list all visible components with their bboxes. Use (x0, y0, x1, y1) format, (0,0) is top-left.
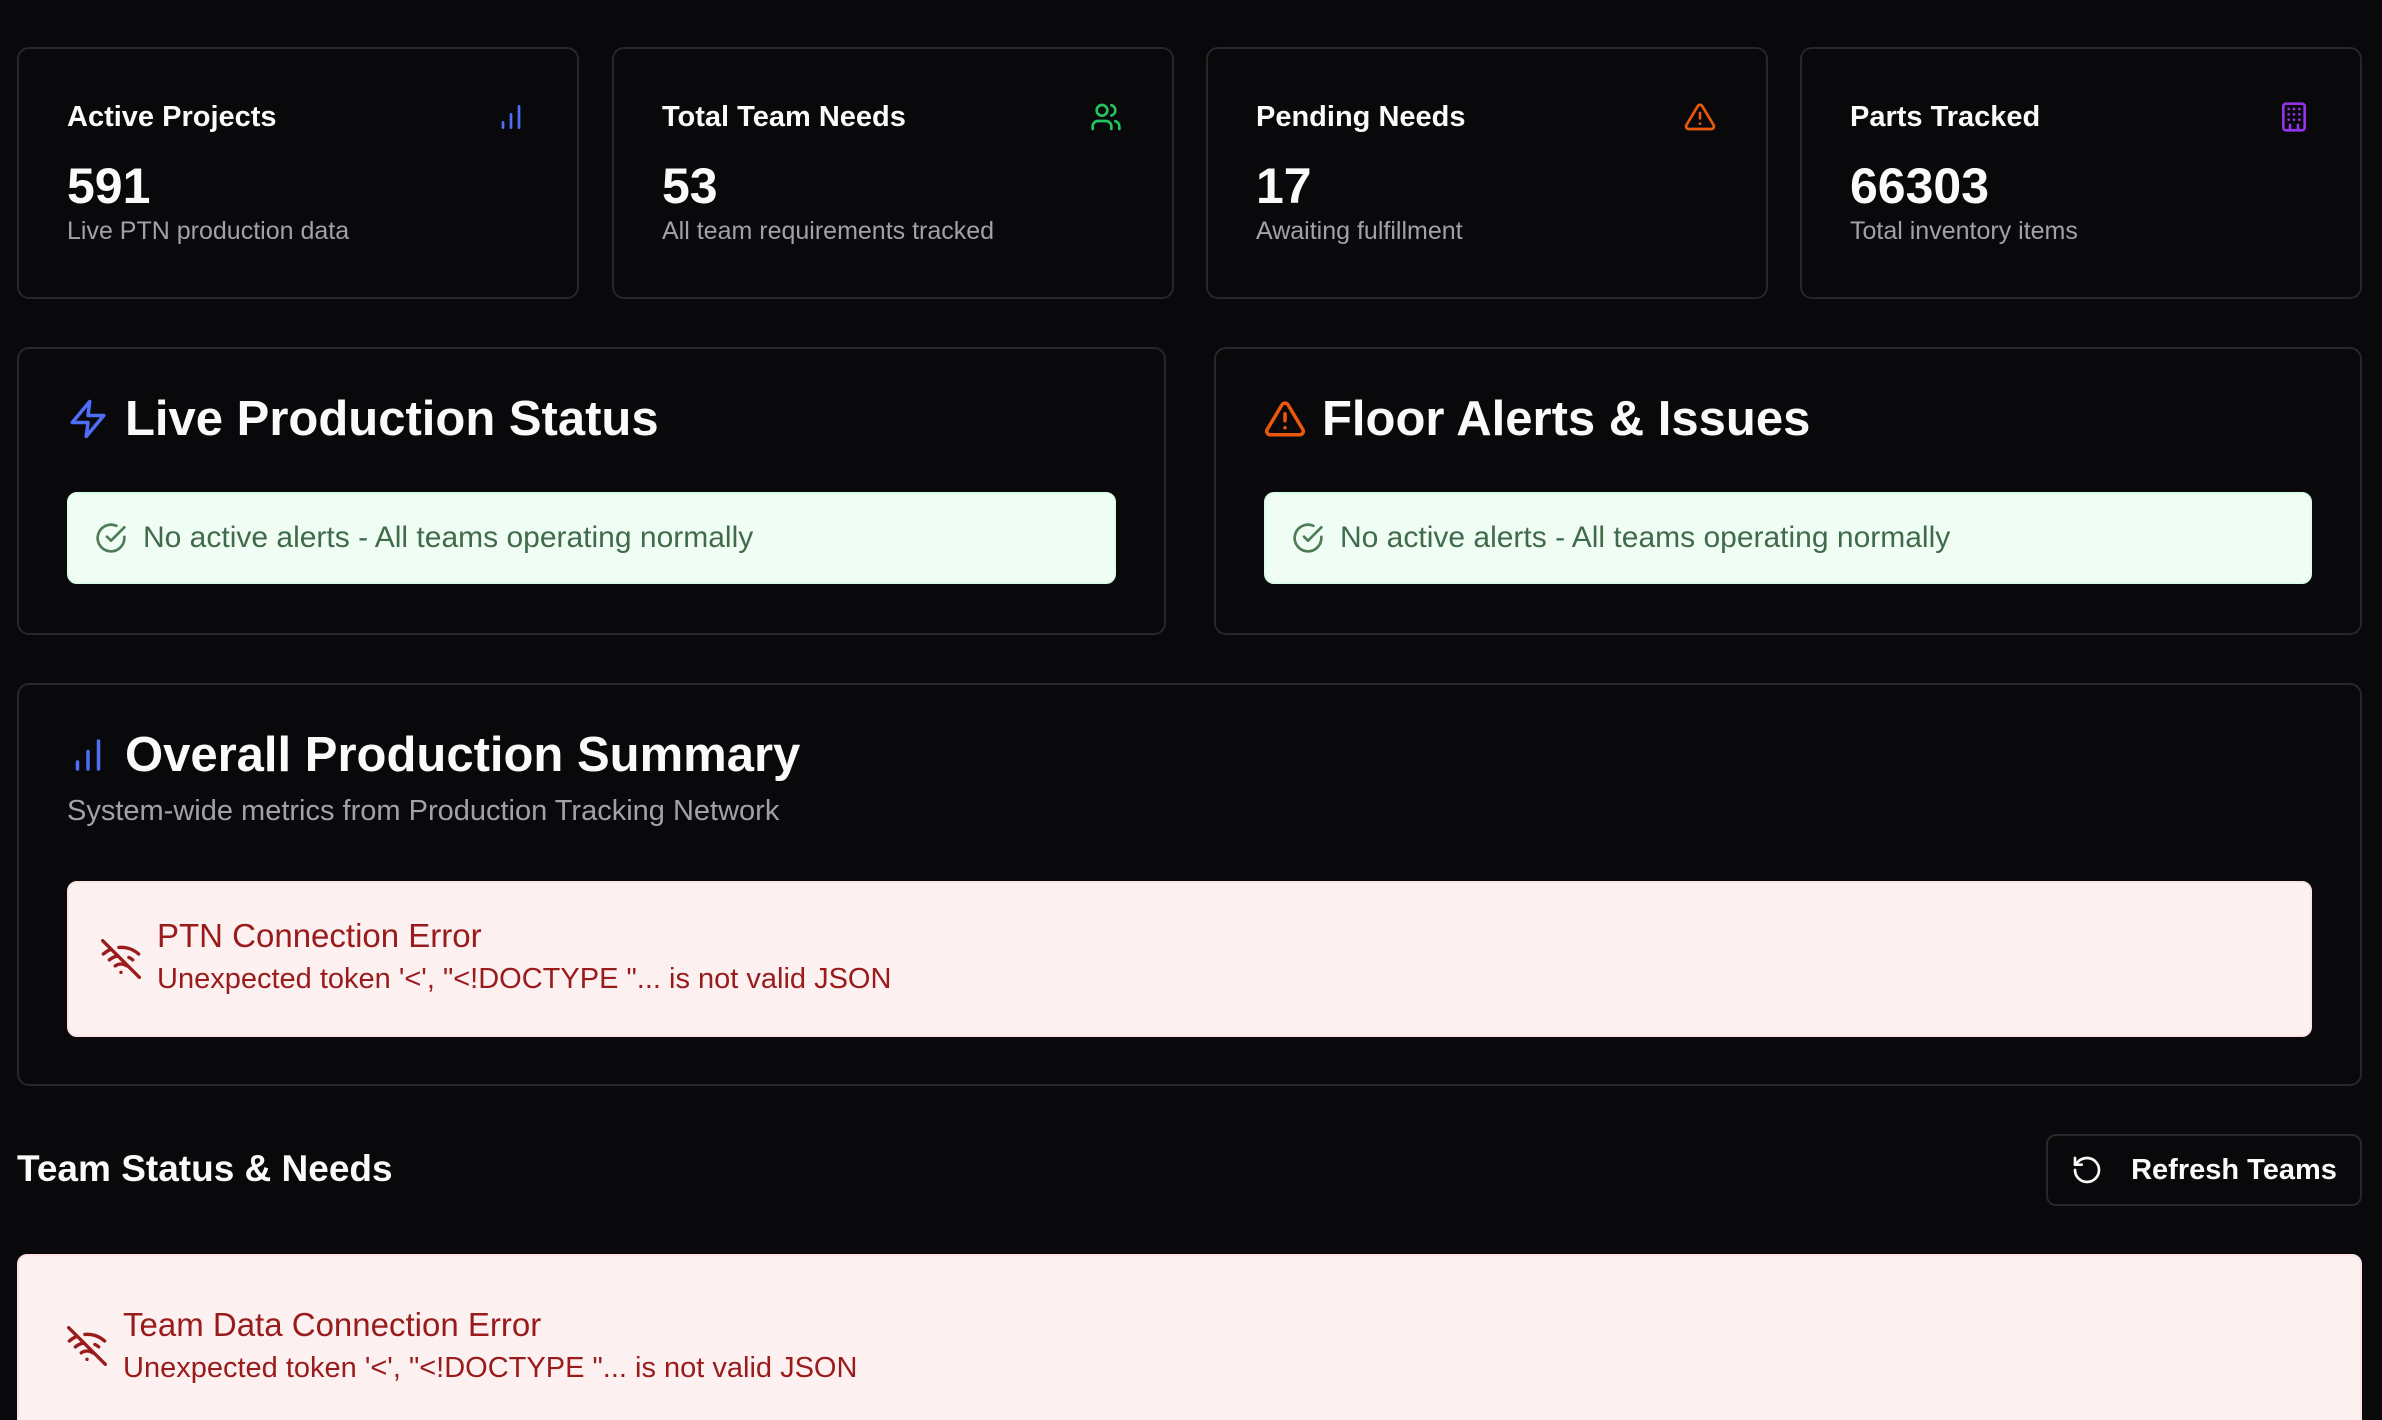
stat-subtext: All team requirements tracked (662, 217, 995, 245)
bar-chart-icon (501, 105, 521, 129)
error-title: Team Data Connection Error (123, 1306, 542, 1343)
lightning-icon (70, 399, 106, 439)
wifi-off-icon (101, 939, 141, 979)
stat-card-active-projects: Active Projects 591 Live PTN production … (17, 47, 579, 299)
stat-card-parts-tracked: Parts Tracked 66303 Total inventory item… (1800, 47, 2362, 299)
stat-value: 66303 (1850, 158, 1990, 214)
stat-label: Total Team Needs (662, 101, 906, 133)
alerts-ok-message: No active alerts - All teams operating n… (1264, 492, 2312, 584)
panel-title: Live Production Status (67, 391, 659, 447)
stat-subtext: Awaiting fulfillment (1256, 217, 1463, 245)
stat-value: 591 (67, 158, 151, 214)
error-message: Unexpected token '<', "<!DOCTYPE "... is… (123, 1352, 858, 1384)
stat-label: Parts Tracked (1850, 101, 2041, 133)
stat-value: 53 (662, 158, 718, 214)
panel-title-text: Overall Production Summary (125, 728, 801, 782)
check-circle-icon (96, 523, 126, 553)
stat-label: Active Projects (67, 101, 277, 133)
ptn-error-alert: PTN Connection Error Unexpected token '<… (67, 881, 2312, 1037)
bar-chart-icon (75, 739, 101, 771)
alerts-ok-text: No active alerts - All teams operating n… (1340, 521, 1951, 554)
stat-label: Pending Needs (1256, 101, 1466, 133)
warning-icon (1684, 103, 1716, 131)
panel-title-text: Floor Alerts & Issues (1322, 392, 1811, 446)
warning-icon (1264, 401, 1306, 437)
refresh-teams-label: Refresh Teams (2131, 1153, 2337, 1186)
stat-value: 17 (1256, 158, 1312, 214)
refresh-teams-button[interactable]: Refresh Teams (2046, 1134, 2362, 1206)
status-ok-text: No active alerts - All teams operating n… (143, 521, 754, 554)
users-icon (1091, 103, 1121, 131)
floor-alerts-panel: Floor Alerts & Issues No active alerts -… (1214, 347, 2362, 635)
panel-title: Floor Alerts & Issues (1264, 391, 1810, 447)
status-ok-message: No active alerts - All teams operating n… (67, 492, 1116, 584)
panel-title-text: Live Production Status (125, 392, 659, 446)
wifi-off-icon (67, 1326, 107, 1366)
panel-title: Overall Production Summary (67, 727, 800, 783)
panel-subtitle: System-wide metrics from Production Trac… (67, 795, 780, 827)
live-production-status-panel: Live Production Status No active alerts … (17, 347, 1166, 635)
error-message: Unexpected token '<', "<!DOCTYPE "... is… (157, 963, 892, 995)
check-circle-icon (1293, 523, 1323, 553)
stat-card-pending-needs: Pending Needs 17 Awaiting fulfillment (1206, 47, 1768, 299)
building-icon (2282, 102, 2306, 132)
section-heading-team-status: Team Status & Needs (17, 1148, 393, 1189)
production-summary-panel: Overall Production Summary System-wide m… (17, 683, 2362, 1086)
error-title: PTN Connection Error (157, 917, 482, 954)
stat-subtext: Total inventory items (1850, 217, 2078, 245)
stat-subtext: Live PTN production data (67, 217, 350, 245)
refresh-icon (2073, 1156, 2101, 1184)
team-data-error-alert: Team Data Connection Error Unexpected to… (17, 1254, 2362, 1420)
stat-card-total-team-needs: Total Team Needs 53 All team requirement… (612, 47, 1174, 299)
